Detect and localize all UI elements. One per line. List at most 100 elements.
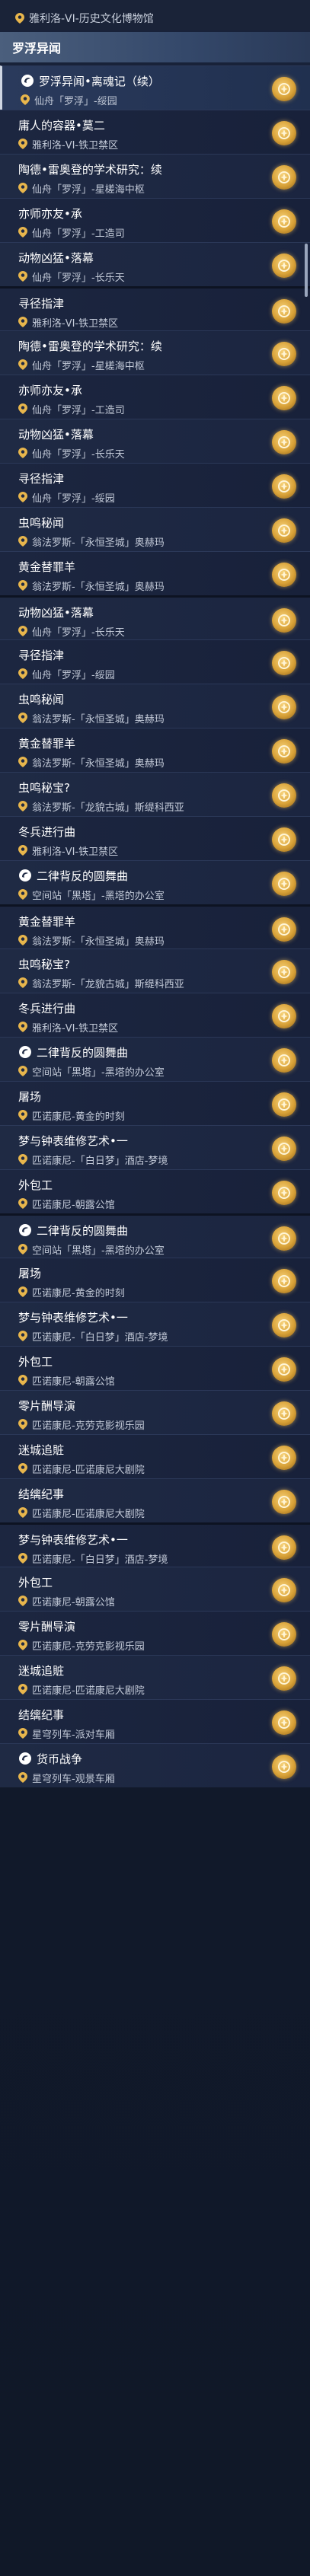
quest-list-item[interactable]: 迷城追賍 匹诺康尼-匹诺康尼大剧院 [0, 1434, 310, 1478]
quest-list-item[interactable]: 外包工 匹诺康尼-朝露公馆 [0, 1346, 310, 1390]
location-pin-icon [18, 1728, 27, 1739]
reward-badge-icon[interactable] [272, 872, 296, 896]
reward-badge-icon[interactable] [272, 1710, 296, 1735]
reward-badge-icon[interactable] [272, 1622, 296, 1647]
quest-location: 空间站「黑塔」-黑塔的办公室 [32, 1066, 165, 1079]
quest-list-item[interactable]: 冬兵进行曲 雅利洛-VI-铁卫禁区 [0, 993, 310, 1037]
reward-badge-icon[interactable] [272, 1092, 296, 1117]
quest-list-item[interactable]: 寻径指津 仙舟「罗浮」-绥园 [0, 639, 310, 684]
quest-title: 冬兵进行曲 [18, 824, 76, 839]
location-pin-icon [18, 757, 27, 767]
quest-title: 结缡纪事 [18, 1707, 65, 1722]
location-pin-icon [18, 935, 27, 945]
quest-list-item[interactable]: 罗浮异闻•离魂记（续） 仙舟「罗浮」-绥园 [0, 65, 310, 110]
reward-badge-icon[interactable] [272, 1226, 296, 1251]
reward-badge-icon[interactable] [272, 960, 296, 984]
quest-list-item[interactable]: 零片酬导演 匹诺康尼-克劳克影视乐园 [0, 1611, 310, 1655]
reward-badge-icon[interactable] [272, 1357, 296, 1382]
quest-list-item[interactable]: 二律背反的圆舞曲 空间站「黑塔」-黑塔的办公室 [0, 1213, 310, 1258]
reward-badge-icon[interactable] [272, 77, 296, 101]
quest-list-item[interactable]: 虫鸣秘闻 翁法罗斯-「永恒圣城」奥赫玛 [0, 684, 310, 728]
quest-list-item[interactable]: 虫鸣秘闻 翁法罗斯-「永恒圣城」奥赫玛 [0, 507, 310, 551]
quest-location: 仙舟「罗浮」-长乐天 [32, 626, 125, 639]
quest-list-item[interactable]: 外包工 匹诺康尼-朝露公馆 [0, 1567, 310, 1611]
reward-badge-icon[interactable] [272, 563, 296, 587]
quest-list-item[interactable]: 亦师亦友•承 仙舟「罗浮」-工造司 [0, 198, 310, 242]
reward-badge-icon[interactable] [272, 474, 296, 499]
reward-badge-icon[interactable] [272, 518, 296, 543]
quest-list-item[interactable]: 零片酬导演 匹诺康尼-克劳克影视乐园 [0, 1390, 310, 1434]
quest-list-item[interactable]: 动物凶猛•落幕 仙舟「罗浮」-长乐天 [0, 419, 310, 463]
quest-list-item[interactable]: 外包工 匹诺康尼-朝露公馆 [0, 1169, 310, 1213]
quest-list-item[interactable]: 梦与钟表维修艺术•一 匹诺康尼-「白日梦」酒店-梦境 [0, 1125, 310, 1169]
reward-badge-icon[interactable] [272, 1446, 296, 1470]
quest-list-item[interactable]: 梦与钟表维修艺术•一 匹诺康尼-「白日梦」酒店-梦境 [0, 1522, 310, 1567]
reward-badge-icon[interactable] [272, 342, 296, 366]
quest-list-item[interactable]: 陶德•雷奥登的学术研究：续 仙舟「罗浮」-星槎海中枢 [0, 330, 310, 375]
reward-badge-icon[interactable] [272, 121, 296, 145]
quest-title-row: 结缡纪事 [18, 1706, 257, 1723]
reward-badge-icon[interactable] [272, 1269, 296, 1293]
quest-list-item[interactable]: 寻径指津雅利洛-VI-铁卫禁区 [0, 286, 310, 330]
reward-badge-icon[interactable] [272, 917, 296, 942]
quest-list-item[interactable]: 结缡纪事 星穹列车-派对车厢 [0, 1699, 310, 1743]
reward-badge-icon[interactable] [272, 1313, 296, 1337]
quest-list-item[interactable]: 梦与钟表维修艺术•一 匹诺康尼-「白日梦」酒店-梦境 [0, 1302, 310, 1346]
quest-title-row: 虫鸣秘闻 [18, 514, 257, 531]
quest-location: 雅利洛-VI-铁卫禁区 [32, 1022, 119, 1035]
location-pin-icon [18, 359, 27, 370]
quest-location-row: 匹诺康尼-「白日梦」酒店-梦境 [18, 1153, 257, 1167]
quest-list-item[interactable]: 亦师亦友•承 仙舟「罗浮」-工造司 [0, 375, 310, 419]
quest-location: 雅利洛-VI-铁卫禁区 [32, 317, 119, 330]
reward-badge-icon[interactable] [272, 253, 296, 278]
location-pin-icon [18, 1066, 27, 1076]
reward-badge-icon[interactable] [272, 1004, 296, 1028]
quest-list-item[interactable]: 结缡纪事 匹诺康尼-匹诺康尼大剧院 [0, 1478, 310, 1522]
quest-list-item[interactable]: 庸人的容器•莫二 雅利洛-VI-铁卫禁区 [0, 110, 310, 154]
quest-title-row: 黄金替罪羊 [18, 558, 257, 575]
reward-badge-icon[interactable] [272, 165, 296, 190]
reward-badge-icon[interactable] [272, 1755, 296, 1779]
quest-list-item[interactable]: 黄金替罪羊 翁法罗斯-「永恒圣城」奥赫玛 [0, 904, 310, 948]
location-pin-icon [18, 1154, 27, 1165]
quest-list-item[interactable]: 虫鸣秘宝? 翁法罗斯-「龙貌古城」斯缇科西亚 [0, 772, 310, 816]
reward-badge-icon[interactable] [272, 1578, 296, 1602]
quest-list-item[interactable]: 虫鸣秘宝? 翁法罗斯-「龙貌古城」斯缇科西亚 [0, 948, 310, 993]
reward-badge-icon[interactable] [272, 739, 296, 764]
quest-location-row: 空间站「黑塔」-黑塔的办公室 [18, 1242, 257, 1257]
reward-badge-icon[interactable] [272, 695, 296, 719]
quest-list-item[interactable]: 屠场 匹诺康尼-黄金的时刻 [0, 1081, 310, 1125]
quest-list-item[interactable]: 屠场 匹诺康尼-黄金的时刻 [0, 1258, 310, 1302]
reward-badge-icon[interactable] [272, 1137, 296, 1161]
reward-badge-icon[interactable] [272, 651, 296, 675]
reward-badge-icon[interactable] [272, 1535, 296, 1560]
reward-badge-icon[interactable] [272, 386, 296, 410]
reward-badge-icon[interactable] [272, 209, 296, 234]
quest-list-item[interactable]: 黄金替罪羊 翁法罗斯-「永恒圣城」奥赫玛 [0, 728, 310, 772]
reward-badge-icon[interactable] [272, 827, 296, 852]
quest-list-item[interactable]: 陶德•雷奥登的学术研究：续 仙舟「罗浮」-星槎海中枢 [0, 154, 310, 198]
quest-list-item[interactable]: 动物凶猛•落幕 仙舟「罗浮」-长乐天 [0, 242, 310, 286]
quest-list-item[interactable]: 迷城追賍 匹诺康尼-匹诺康尼大剧院 [0, 1655, 310, 1699]
quest-list-item[interactable]: 寻径指津 仙舟「罗浮」-绥园 [0, 463, 310, 507]
quest-location-row: 匹诺康尼-克劳克影视乐园 [18, 1638, 257, 1653]
reward-badge-icon[interactable] [272, 1048, 296, 1073]
quest-list-item[interactable]: 二律背反的圆舞曲 空间站「黑塔」-黑塔的办公室 [0, 1037, 310, 1081]
quest-list-item[interactable]: 冬兵进行曲 雅利洛-VI-铁卫禁区 [0, 816, 310, 860]
quest-title: 寻径指津 [18, 296, 65, 311]
reward-badge-icon[interactable] [272, 299, 296, 324]
reward-badge-icon[interactable] [272, 608, 296, 633]
section-header[interactable]: 罗浮异闻 [0, 32, 310, 62]
quest-list-item[interactable]: 货币战争 星穹列车-观景车厢 [0, 1743, 310, 1787]
quest-title: 虫鸣秘宝? [18, 780, 70, 795]
quest-list-item[interactable]: 黄金替罪羊 翁法罗斯-「永恒圣城」奥赫玛 [0, 551, 310, 595]
reward-badge-icon[interactable] [272, 430, 296, 454]
reward-badge-icon[interactable] [272, 1401, 296, 1426]
reward-badge-icon[interactable] [272, 783, 296, 808]
reward-badge-icon[interactable] [272, 1181, 296, 1205]
reward-badge-icon[interactable] [272, 1666, 296, 1691]
scrollbar[interactable] [305, 244, 308, 297]
quest-list-item[interactable]: 动物凶猛•落幕 仙舟「罗浮」-长乐天 [0, 595, 310, 639]
quest-list-item[interactable]: 二律背反的圆舞曲 空间站「黑塔」-黑塔的办公室 [0, 860, 310, 904]
reward-badge-icon[interactable] [272, 1490, 296, 1514]
